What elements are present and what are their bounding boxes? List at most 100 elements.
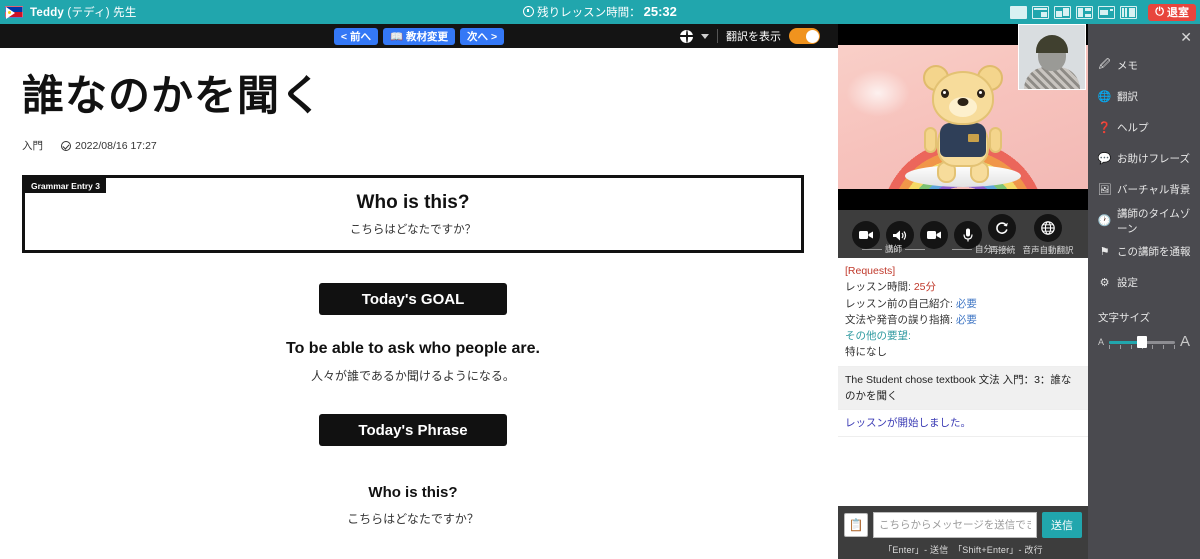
requests-message: [Requests] レッスン時間: 25分 レッスン前の自己紹介: 必要 文法… xyxy=(838,258,1088,367)
chat-log[interactable]: [Requests] レッスン時間: 25分 レッスン前の自己紹介: 必要 文法… xyxy=(838,258,1088,506)
self-view-thumbnail[interactable] xyxy=(1018,24,1086,90)
menu-items: 🖉 メモ 🌐 翻訳 ❓ ヘルプ 💬 お助けフレーズ 🖼 バーチャル背景 🕐 講師… xyxy=(1088,24,1200,298)
bear-arm-left xyxy=(924,127,937,153)
bear-arm-right xyxy=(989,127,1002,153)
control-auto-translate: 音声自動翻訳 xyxy=(1022,214,1074,256)
close-icon[interactable]: ✕ xyxy=(1180,30,1192,44)
request-other-label: その他の要望: xyxy=(845,330,911,343)
page-title: 誰なのかを聞く xyxy=(22,72,324,119)
lesson-start-message: レッスンが開始しました。 xyxy=(838,410,1088,438)
exit-room-button[interactable]: ⏻ 退室 xyxy=(1148,3,1196,21)
layout-wide-icon[interactable] xyxy=(1098,5,1116,19)
help-icon: ❓ xyxy=(1097,122,1112,134)
layout-side-icon[interactable] xyxy=(1054,5,1072,19)
lesson-material-content: 誰なのかを聞く 入門 2022/08/16 17:27 Grammar Entr… xyxy=(0,48,826,559)
teacher-name-main: Teddy xyxy=(30,7,65,19)
image-icon: 🖼 xyxy=(1097,184,1112,196)
phrases-label: お助けフレーズ xyxy=(1117,153,1190,165)
sidebar-item-report[interactable]: ⚑ この講師を通報 xyxy=(1088,236,1200,267)
font-size-big-label: A xyxy=(1179,333,1190,350)
request-other-value: 特になし xyxy=(845,346,887,359)
lesson-meta: 入門 2022/08/16 17:27 xyxy=(22,138,804,153)
sidebar-item-help[interactable]: ❓ ヘルプ xyxy=(1088,112,1200,143)
auto-translate-label: 音声自動翻訳 xyxy=(1022,245,1074,255)
request-correction: 文法や発音の誤り指摘: 必要 xyxy=(845,312,1081,328)
self-group-text: 自分 xyxy=(975,244,993,254)
phrase1-english: Who is this? xyxy=(368,484,458,502)
self-group-label: 自分 xyxy=(952,243,1016,255)
message-input[interactable] xyxy=(873,512,1037,538)
sidebar-item-virtual-background[interactable]: 🖼 バーチャル背景 xyxy=(1088,174,1200,205)
settings-label: 設定 xyxy=(1117,277,1138,289)
exit-label: 退室 xyxy=(1167,7,1189,19)
clock-icon xyxy=(523,6,535,18)
right-side-menu: ✕ 🖉 メモ 🌐 翻訳 ❓ ヘルプ 💬 お助けフレーズ 🖼 バーチャル背景 🕐 … xyxy=(1088,24,1200,559)
timer-label: 残りレッスン時間： xyxy=(537,6,641,19)
prev-button[interactable]: < 前へ xyxy=(333,27,378,45)
font-size-slider[interactable] xyxy=(1109,335,1175,349)
sidebar-item-memo[interactable]: 🖉 メモ xyxy=(1088,50,1200,81)
help-label: ヘルプ xyxy=(1117,122,1149,134)
todays-phrase-heading: Today's Phrase xyxy=(319,414,507,447)
bear-eye-right xyxy=(977,89,985,98)
light-glow xyxy=(846,69,910,117)
show-translation-toggle[interactable] xyxy=(789,28,820,44)
change-material-label: 教材変更 xyxy=(406,30,449,43)
video-control-bar: 再接続 音声自動翻訳 講師 自分 xyxy=(838,210,1088,258)
grammar-entry-box: Grammar Entry 3 Who is this? こちらはどなたですか？ xyxy=(22,175,804,254)
sidebar-item-timezone[interactable]: 🕐 講師のタイムゾーン xyxy=(1088,205,1200,236)
globe-icon[interactable] xyxy=(1033,214,1062,242)
timezone-icon: 🕐 xyxy=(1097,215,1112,227)
sidebar-item-phrases[interactable]: 💬 お助けフレーズ xyxy=(1088,143,1200,174)
teacher-group-label: 講師 xyxy=(862,243,926,255)
bear-avatar xyxy=(920,63,1006,183)
teacher-video[interactable] xyxy=(838,24,1088,210)
teacher-group-text: 講師 xyxy=(885,244,903,254)
layout-grid-icon[interactable] xyxy=(1076,5,1094,19)
sidebar-item-translate[interactable]: 🌐 翻訳 xyxy=(1088,81,1200,112)
chevron-down-icon[interactable] xyxy=(701,33,709,39)
teacher-name: Teddy (テディ) 先生 xyxy=(30,4,137,20)
lesson-room-app: Teddy (テディ) 先生 残りレッスン時間： 25:32 ⏻ 退室 < 前へ xyxy=(0,0,1200,559)
timer-value: 25:32 xyxy=(643,4,677,20)
next-button[interactable]: 次へ > xyxy=(460,27,505,45)
book-icon: 📖 xyxy=(389,30,404,43)
gear-icon: ⚙ xyxy=(1099,277,1110,289)
send-button[interactable]: 送信 xyxy=(1042,512,1082,538)
request-correct-label: 文法や発音の誤り指摘: xyxy=(845,313,956,326)
slider-fill xyxy=(1109,340,1141,344)
layout-split-icon[interactable] xyxy=(1120,5,1138,19)
attachment-icon[interactable]: 📋 xyxy=(844,513,868,537)
translate-label: 翻訳 xyxy=(1117,91,1138,103)
refresh-icon[interactable] xyxy=(988,214,1017,242)
slider-handle[interactable] xyxy=(1136,335,1147,348)
translate-icon: 🌐 xyxy=(1097,91,1112,103)
phrase-icon: 💬 xyxy=(1097,153,1112,165)
memo-icon: 🖉 xyxy=(1098,59,1111,71)
self-view-hair xyxy=(1036,35,1068,53)
change-material-button[interactable]: 📖 教材変更 xyxy=(382,27,456,45)
font-size-label: 文字サイズ xyxy=(1098,312,1151,324)
phrase1-japanese: こちらはどなたですか？ xyxy=(347,512,479,527)
translate-controls: 翻訳を表示 xyxy=(680,24,820,48)
next-label: 次へ > xyxy=(467,30,498,43)
material-toolbar: < 前へ 📖 教材変更 次へ > 翻訳を表示 xyxy=(0,24,838,48)
goal-japanese: 人々が誰であるか聞けるようになる。 xyxy=(311,369,515,384)
font-size-slider-row: A A xyxy=(1098,333,1190,350)
show-translation-label: 翻訳を表示 xyxy=(726,31,781,43)
timezone-label: 講師のタイムゾーン xyxy=(1117,207,1191,235)
globe-icon[interactable] xyxy=(680,29,693,43)
layout-pip-icon[interactable] xyxy=(1032,5,1050,19)
video-chat-panel: 再接続 音声自動翻訳 講師 自分 [Requests] レッスン時間: 25分 … xyxy=(838,24,1088,559)
request-intro-label: レッスン前の自己紹介: xyxy=(845,297,956,310)
todays-goal-heading: Today's GOAL xyxy=(319,283,507,316)
top-status-bar: Teddy (テディ) 先生 残りレッスン時間： 25:32 ⏻ 退室 xyxy=(0,0,1200,24)
layout-controls: ⏻ 退室 xyxy=(1010,0,1196,24)
layout-full-icon[interactable] xyxy=(1010,5,1028,19)
lesson-level: 入門 xyxy=(22,140,43,153)
font-size-section: 文字サイズ A A xyxy=(1088,298,1200,350)
philippines-flag-icon xyxy=(5,6,23,19)
system-message: The Student chose textbook 文法 入門：3：誰なのかを… xyxy=(838,366,1088,411)
sidebar-item-settings[interactable]: ⚙ 設定 xyxy=(1088,267,1200,298)
nav-button-group: < 前へ 📖 教材変更 次へ > xyxy=(333,27,505,45)
